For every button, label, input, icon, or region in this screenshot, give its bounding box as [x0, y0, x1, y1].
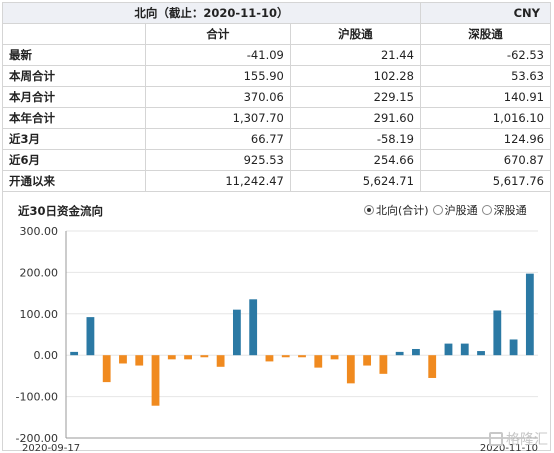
row-label: 近3月: [2, 128, 146, 150]
row-label-header: [2, 23, 146, 45]
northbound-summary-table: 北向（截止：2020-11-10） CNY 合计 沪股通 深股通 最新 -41.0…: [2, 2, 552, 192]
bar: [314, 355, 323, 368]
row-label: 最新: [2, 44, 146, 66]
table-cell: 66.77: [145, 128, 291, 150]
bar: [232, 309, 241, 356]
bar: [119, 355, 127, 364]
table-cell: -62.53: [419, 44, 552, 66]
bar: [346, 355, 355, 384]
bar: [460, 343, 469, 356]
bar: [379, 355, 388, 374]
y-tick-label: 100.00: [20, 308, 59, 321]
table-cell: 925.53: [145, 149, 291, 171]
legend-label-total: 北向(合计): [376, 204, 429, 217]
bar: [200, 355, 209, 358]
table-cell: 254.66: [289, 149, 421, 171]
currency-label: CNY: [419, 2, 552, 24]
bar: [265, 355, 274, 362]
table-row: 本年合计 1,307.70 291.60 1,016.10: [2, 107, 552, 129]
bar: [167, 355, 176, 360]
table-cell: 140.91: [419, 86, 552, 108]
table-cell: 5,617.76: [419, 170, 552, 192]
table-row: 开通以来 11,242.47 5,624.71 5,617.76: [2, 170, 552, 192]
watermark: 格隆汇: [489, 429, 548, 449]
row-label: 本年合计: [2, 107, 146, 129]
table-cell: -58.19: [289, 128, 421, 150]
bar: [102, 355, 111, 383]
legend-label-shenzhen: 深股通: [493, 204, 527, 217]
legend-option-total[interactable]: 北向(合计): [364, 202, 429, 218]
column-header-shanghai: 沪股通: [289, 23, 421, 45]
bar: [330, 355, 339, 360]
bar: [184, 355, 192, 360]
bar: [249, 299, 258, 356]
watermark-text: 格隆汇: [506, 432, 548, 448]
table-cell: 102.28: [289, 65, 421, 87]
bar: [444, 343, 453, 356]
chart-title: 近30日资金流向: [18, 204, 104, 218]
bar: [135, 355, 144, 366]
radio-icon: [432, 205, 443, 215]
legend-option-shenzhen[interactable]: 深股通: [481, 202, 527, 218]
bar: [151, 355, 160, 406]
row-label: 本月合计: [2, 86, 146, 108]
table-cell: 291.60: [289, 107, 421, 129]
table-cell: 370.06: [145, 86, 291, 108]
table-row: 近6月 925.53 254.66 670.87: [2, 149, 552, 171]
bar: [298, 355, 306, 358]
bar: [363, 355, 372, 366]
table-cell: 155.90: [145, 65, 291, 87]
table-cell: -41.09: [145, 44, 291, 66]
y-tick-label: -100.00: [16, 391, 58, 404]
legend-label-shanghai: 沪股通: [444, 204, 478, 217]
table-cell: 21.44: [289, 44, 421, 66]
table-cell: 1,307.70: [145, 107, 291, 129]
table-cell: 5,624.71: [289, 170, 421, 192]
table-cell: 670.87: [419, 149, 552, 171]
bar: [281, 355, 290, 358]
table-row: 本周合计 155.90 102.28 53.63: [2, 65, 552, 87]
table-cell: 1,016.10: [419, 107, 552, 129]
y-tick-label: 200.00: [20, 266, 59, 279]
bar: [70, 351, 79, 356]
table-row: 近3月 66.77 -58.19 124.96: [2, 128, 552, 150]
y-tick-label: 300.00: [20, 225, 59, 238]
table-row: 最新 -41.09 21.44 -62.53: [2, 44, 552, 66]
table-title: 北向（截止：2020-11-10）: [2, 2, 421, 24]
bar: [525, 273, 534, 356]
bar: [216, 355, 225, 367]
watermark-logo-icon: [489, 432, 503, 446]
bar: [509, 339, 518, 356]
row-label: 本周合计: [2, 65, 146, 87]
table-cell: 124.96: [419, 128, 552, 150]
table-cell: 11,242.47: [145, 170, 291, 192]
column-header-shenzhen: 深股通: [419, 23, 552, 45]
bar: [493, 310, 502, 356]
y-tick-label: 0.00: [34, 349, 59, 362]
legend-option-shanghai[interactable]: 沪股通: [432, 202, 478, 218]
x-start-label: 2020-09-17: [22, 443, 80, 453]
table-row: 本月合计 370.06 229.15 140.91: [2, 86, 552, 108]
bar: [428, 355, 437, 378]
radio-icon: [481, 205, 492, 215]
table-cell: 53.63: [419, 65, 552, 87]
series-selector: 北向(合计) 沪股通 深股通: [364, 202, 527, 218]
bar: [412, 348, 420, 356]
row-label: 近6月: [2, 149, 146, 171]
fund-flow-bar-chart: 300.00200.00100.000.00-100.00-200.002020…: [16, 225, 538, 453]
bar: [477, 351, 485, 356]
column-header-total: 合计: [145, 23, 291, 45]
row-label: 开通以来: [2, 170, 146, 192]
table-cell: 229.15: [289, 86, 421, 108]
radio-selected-icon: [364, 205, 374, 215]
bar: [86, 317, 95, 356]
bar: [395, 351, 404, 356]
